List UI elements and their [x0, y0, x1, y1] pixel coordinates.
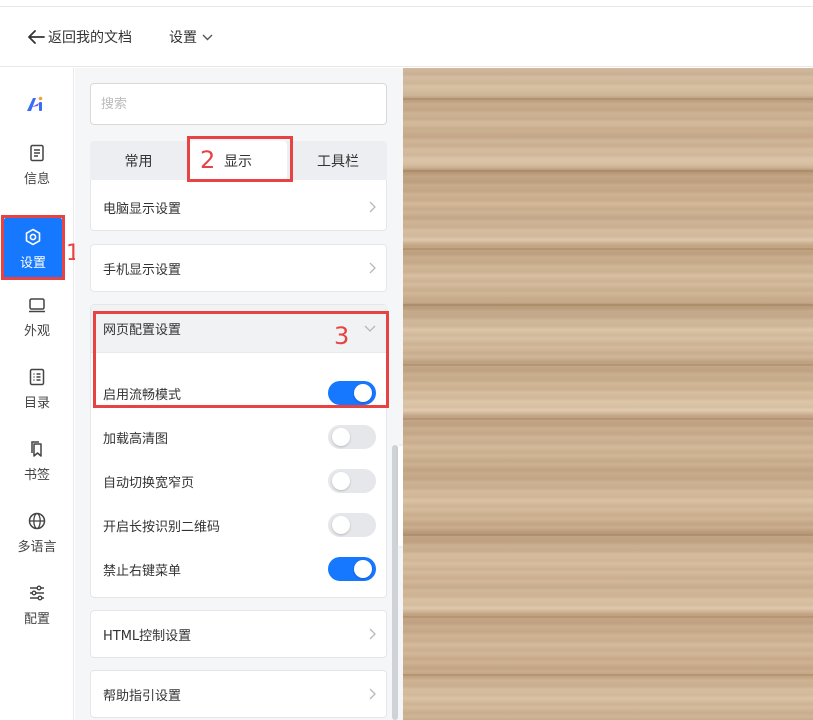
help-guide-label: 帮助指引设置 — [103, 688, 182, 704]
toggle-row-auto-width: 自动切换宽窄页 — [91, 459, 388, 503]
sidebar-item-toc[interactable]: 目录 — [0, 358, 74, 420]
list-icon — [29, 368, 45, 385]
settings-dropdown-label: 设置 — [169, 30, 197, 46]
mobile-display-row[interactable]: 手机显示设置 — [91, 245, 388, 291]
mobile-display-label: 手机显示设置 — [103, 262, 182, 278]
pc-display-row[interactable]: 电脑显示设置 — [91, 184, 388, 230]
sidebar-item-label: 配置 — [23, 611, 50, 627]
chevron-right-icon — [369, 688, 376, 700]
qr-longpress-toggle[interactable] — [328, 513, 376, 537]
chevron-right-icon — [369, 262, 376, 274]
sidebar-item-config[interactable]: 配置 — [0, 574, 74, 636]
sidebar-item-label: 信息 — [23, 171, 50, 187]
globe-icon — [28, 512, 46, 529]
sidebar-item-label: 多语言 — [17, 539, 57, 555]
sidebar-item-label: 外观 — [23, 323, 50, 339]
tab-common[interactable]: 常用 — [90, 141, 187, 181]
pc-display-card: 电脑显示设置 — [90, 180, 387, 231]
html-control-card: HTML控制设置 — [90, 610, 387, 658]
chevron-right-icon — [369, 201, 376, 213]
top-header: 返回我的文档 设置 — [0, 7, 813, 67]
toggle-label: 自动切换宽窄页 — [103, 475, 195, 491]
toggle-row-qr-longpress: 开启长按识别二维码 — [91, 503, 388, 547]
sliders-icon — [30, 585, 44, 600]
pc-display-label: 电脑显示设置 — [103, 201, 182, 217]
disable-context-menu-toggle[interactable] — [328, 557, 376, 581]
search-input[interactable] — [90, 83, 387, 125]
annotation-number-2: 2 — [200, 146, 216, 174]
auto-width-toggle[interactable] — [328, 469, 376, 493]
help-guide-row[interactable]: 帮助指引设置 — [91, 671, 388, 717]
annotation-box-1 — [1, 215, 65, 280]
tab-toolbar[interactable]: 工具栏 — [289, 141, 387, 181]
toggle-row-hd-images: 加载高清图 — [91, 415, 388, 459]
arrow-left-icon — [28, 30, 45, 44]
html-control-label: HTML控制设置 — [103, 628, 192, 644]
sidebar-item-label: 目录 — [23, 395, 50, 411]
toggle-label: 加载高清图 — [103, 431, 169, 447]
sidebar-item-label: 书签 — [23, 467, 50, 483]
wood-preview-area — [403, 68, 813, 720]
chevron-down-icon — [202, 34, 213, 40]
ai-logo-icon — [27, 96, 43, 111]
left-sidebar: 信息 设置 外观 目录 书签 多语言 配置 — [0, 68, 74, 720]
toggle-label: 禁止右键菜单 — [103, 563, 182, 579]
toggle-label: 开启长按识别二维码 — [103, 519, 221, 535]
html-control-row[interactable]: HTML控制设置 — [91, 611, 388, 657]
monitor-icon — [29, 297, 45, 312]
mobile-display-card: 手机显示设置 — [90, 244, 387, 292]
annotation-number-3: 3 — [334, 322, 350, 350]
sidebar-item-info[interactable]: 信息 — [0, 134, 74, 196]
sidebar-item-bookmark[interactable]: 书签 — [0, 430, 74, 492]
sidebar-item-appearance[interactable]: 外观 — [0, 286, 74, 348]
sidebar-item-language[interactable]: 多语言 — [0, 502, 74, 564]
back-label: 返回我的文档 — [48, 30, 132, 46]
back-to-my-docs-link[interactable]: 返回我的文档 — [27, 27, 132, 47]
bookmark-icon — [31, 440, 42, 457]
document-icon — [30, 144, 44, 161]
hd-images-toggle[interactable] — [328, 425, 376, 449]
settings-dropdown[interactable]: 设置 — [169, 27, 213, 47]
chevron-right-icon — [369, 628, 376, 640]
toggle-row-disable-context-menu: 禁止右键菜单 — [91, 547, 388, 591]
help-guide-card: 帮助指引设置 — [90, 670, 387, 718]
